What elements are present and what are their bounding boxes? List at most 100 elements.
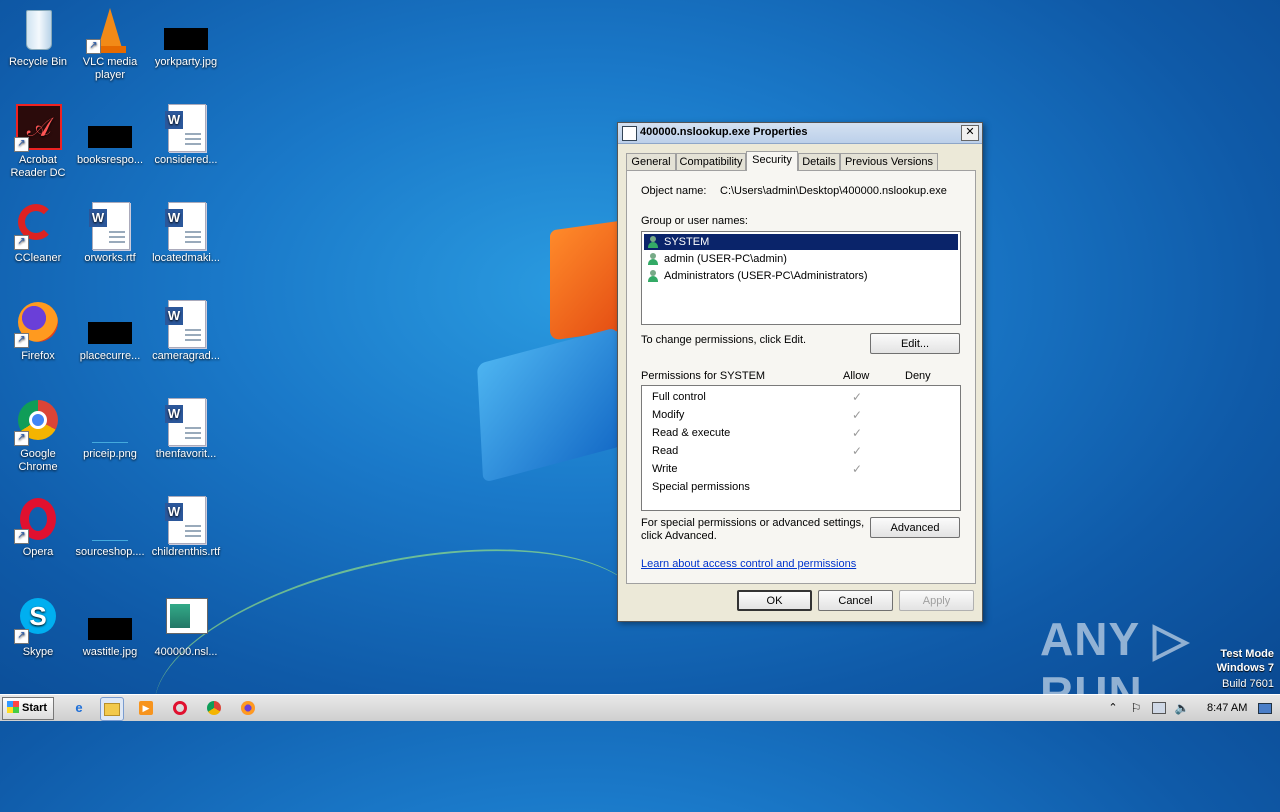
volume-icon[interactable]: 🔈 bbox=[1173, 697, 1191, 719]
user-list-item-administrators[interactable]: Administrators (USER-PC\Administrators) bbox=[644, 268, 958, 284]
recycle-bin-icon bbox=[14, 6, 62, 54]
image-file-icon bbox=[86, 596, 134, 644]
desktop-icon-chrome[interactable]: ↗ Google Chrome bbox=[0, 398, 76, 474]
user-group-icon bbox=[647, 236, 660, 248]
permission-read-execute: Read & execute bbox=[652, 427, 731, 439]
object-name-value: C:\Users\admin\Desktop\400000.nslookup.e… bbox=[720, 185, 947, 197]
desktop-icon-orworks[interactable]: W orworks.rtf bbox=[72, 202, 148, 265]
cancel-button[interactable]: Cancel bbox=[818, 590, 893, 611]
image-file-icon bbox=[86, 104, 134, 152]
allow-check-icon: ✓ bbox=[852, 426, 863, 440]
media-player-icon[interactable]: ▶ bbox=[135, 697, 157, 719]
desktop-icon-ccleaner[interactable]: ↗ CCleaner bbox=[0, 202, 76, 265]
chrome-icon[interactable] bbox=[203, 697, 225, 719]
apply-button[interactable]: Apply bbox=[899, 590, 974, 611]
desktop-icon-acrobat[interactable]: 𝒜 ↗ Acrobat Reader DC bbox=[0, 104, 76, 180]
permission-write: Write bbox=[652, 463, 678, 475]
firefox-icon: ↗ bbox=[14, 300, 62, 348]
word-doc-icon: W bbox=[162, 202, 210, 250]
user-list[interactable]: SYSTEM admin (USER-PC\admin) Administrat… bbox=[641, 231, 961, 325]
network-icon[interactable] bbox=[1150, 697, 1168, 719]
vlc-icon: ↗ bbox=[86, 6, 134, 54]
tab-general[interactable]: General bbox=[626, 153, 676, 171]
start-button[interactable]: Start bbox=[2, 697, 54, 720]
tab-previous-versions[interactable]: Previous Versions bbox=[840, 153, 938, 171]
word-doc-icon: W bbox=[86, 202, 134, 250]
advanced-text-line1: For special permissions or advanced sett… bbox=[641, 517, 865, 529]
image-file-icon bbox=[162, 6, 210, 54]
learn-more-link[interactable]: Learn about access control and permissio… bbox=[641, 558, 856, 570]
desktop-icon-considered[interactable]: W considered... bbox=[148, 104, 224, 167]
desktop-icon-booksrespo[interactable]: booksrespo... bbox=[72, 104, 148, 167]
permission-read: Read bbox=[652, 445, 679, 457]
show-hidden-icons-icon[interactable]: ⌃ bbox=[1105, 697, 1121, 719]
skype-icon: S ↗ bbox=[14, 596, 62, 644]
edit-button[interactable]: Edit... bbox=[870, 333, 960, 354]
test-mode-label: Test Mode bbox=[1220, 648, 1274, 660]
desktop-icon-cameragrad[interactable]: W cameragrad... bbox=[148, 300, 224, 363]
desktop-icon-nslookup-exe[interactable]: 400000.nsl... bbox=[148, 596, 224, 659]
allow-check-icon: ✓ bbox=[852, 390, 863, 404]
internet-explorer-icon[interactable]: e bbox=[68, 697, 90, 719]
word-doc-icon: W bbox=[162, 104, 210, 152]
desktop-icon-childrenthis[interactable]: W childrenthis.rtf bbox=[148, 496, 224, 559]
show-desktop-icon[interactable] bbox=[1256, 697, 1274, 719]
permissions-label: Permissions for SYSTEM bbox=[641, 370, 766, 382]
user-list-item-admin[interactable]: admin (USER-PC\admin) bbox=[644, 251, 958, 267]
desktop-icon-wastitle[interactable]: wastitle.jpg bbox=[72, 596, 148, 659]
desktop-icon-opera[interactable]: ↗ Opera bbox=[0, 496, 76, 559]
build-label: Build 7601 bbox=[1222, 678, 1274, 690]
file-explorer-icon[interactable] bbox=[100, 697, 124, 721]
desktop-icon-locatedmaki[interactable]: W locatedmaki... bbox=[148, 202, 224, 265]
permission-modify: Modify bbox=[652, 409, 685, 421]
desktop-icon-vlc[interactable]: ↗ VLC media player bbox=[72, 6, 148, 82]
firefox-icon[interactable] bbox=[237, 697, 259, 719]
desktop-icon-recycle-bin[interactable]: Recycle Bin bbox=[0, 6, 76, 69]
desktop-icon-skype[interactable]: S ↗ Skype bbox=[0, 596, 76, 659]
deny-header: Deny bbox=[905, 370, 931, 382]
desktop-icon-yorkparty[interactable]: yorkparty.jpg bbox=[148, 6, 224, 69]
desktop-icon-priceip[interactable]: priceip.png bbox=[72, 398, 148, 461]
wallpaper-windows-logo bbox=[476, 215, 630, 483]
ok-button[interactable]: OK bbox=[737, 590, 812, 611]
windows-version-label: Windows 7 bbox=[1216, 662, 1274, 674]
exe-file-icon bbox=[162, 596, 210, 644]
user-label: Administrators (USER-PC\Administrators) bbox=[664, 270, 868, 282]
taskbar-clock[interactable]: 8:47 AM bbox=[1207, 702, 1247, 714]
acrobat-icon: 𝒜 ↗ bbox=[14, 104, 62, 152]
exe-file-icon bbox=[622, 126, 637, 141]
dialog-titlebar[interactable]: 400000.nslookup.exe Properties ✕ bbox=[618, 123, 982, 144]
desktop-icon-firefox[interactable]: ↗ Firefox bbox=[0, 300, 76, 363]
permissions-list[interactable]: Full control ✓ Modify ✓ Read & execute ✓… bbox=[641, 385, 961, 511]
security-panel: Object name: C:\Users\admin\Desktop\4000… bbox=[626, 170, 976, 584]
image-file-icon bbox=[86, 398, 134, 446]
image-file-icon bbox=[86, 300, 134, 348]
opera-icon[interactable] bbox=[169, 697, 191, 719]
action-center-flag-icon[interactable]: ⚐ bbox=[1127, 697, 1145, 719]
user-list-item-system[interactable]: SYSTEM bbox=[644, 234, 958, 250]
opera-icon: ↗ bbox=[14, 496, 62, 544]
desktop-icon-thenfavorit[interactable]: W thenfavorit... bbox=[148, 398, 224, 461]
allow-check-icon: ✓ bbox=[852, 408, 863, 422]
taskbar: Start e ▶ ⌃ ⚐ 🔈 8:47 AM bbox=[0, 694, 1280, 721]
ccleaner-icon: ↗ bbox=[14, 202, 62, 250]
object-name-label: Object name: bbox=[641, 185, 707, 197]
chrome-icon: ↗ bbox=[14, 398, 62, 446]
word-doc-icon: W bbox=[162, 300, 210, 348]
close-icon[interactable]: ✕ bbox=[961, 125, 979, 141]
advanced-text-line2: click Advanced. bbox=[641, 530, 717, 542]
tab-compatibility[interactable]: Compatibility bbox=[676, 153, 746, 171]
tab-security[interactable]: Security bbox=[746, 151, 798, 171]
word-doc-icon: W bbox=[162, 496, 210, 544]
allow-header: Allow bbox=[843, 370, 870, 382]
user-label: admin (USER-PC\admin) bbox=[664, 253, 787, 265]
desktop-icon-sourceshop[interactable]: sourceshop.... bbox=[72, 496, 148, 559]
desktop-icon-placecurre[interactable]: placecurre... bbox=[72, 300, 148, 363]
change-permissions-text: To change permissions, click Edit. bbox=[641, 334, 807, 346]
permission-full-control: Full control bbox=[652, 391, 706, 403]
image-file-icon bbox=[86, 496, 134, 544]
user-icon bbox=[647, 253, 660, 265]
tab-details[interactable]: Details bbox=[798, 153, 840, 171]
windows-flag-icon bbox=[7, 701, 19, 713]
advanced-button[interactable]: Advanced bbox=[870, 517, 960, 538]
